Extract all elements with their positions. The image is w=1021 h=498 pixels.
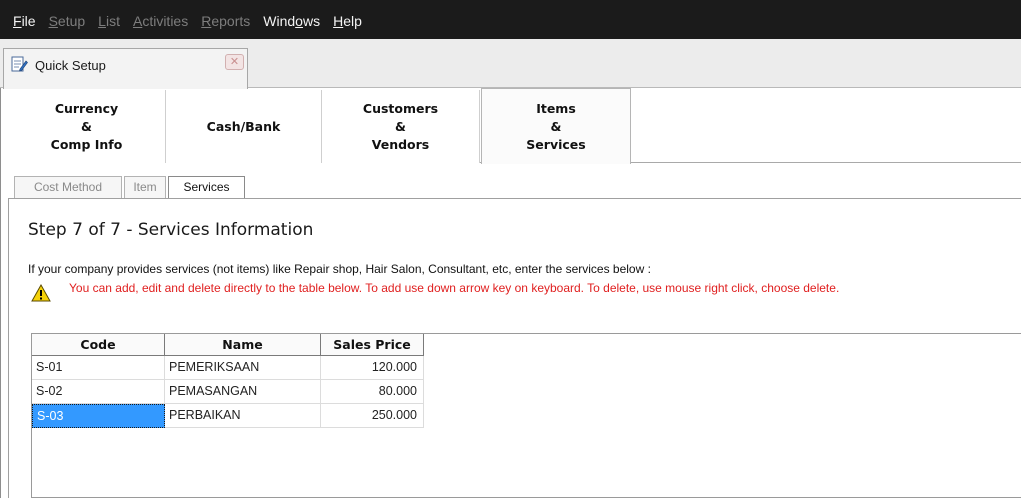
cell-sales-price[interactable]: 250.000 [321,404,424,428]
table-row[interactable]: S-03 PERBAIKAN 250.000 [32,404,424,428]
document-pencil-icon [11,56,28,72]
column-header-name[interactable]: Name [165,334,321,356]
warning-text: You can add, edit and delete directly to… [69,281,840,295]
tab-items-services[interactable]: Items & Services [481,88,631,164]
cell-code[interactable]: S-02 [32,380,165,404]
menu-bar: File Setup List Activities Reports Windo… [0,0,1021,39]
document-tab-title: Quick Setup [35,58,106,73]
column-header-code[interactable]: Code [32,334,165,356]
menu-reports: Reports [201,12,251,29]
cell-code-selected[interactable]: S-03 [32,404,165,428]
cell-name[interactable]: PEMASANGAN [165,380,321,404]
cell-sales-price[interactable]: 80.000 [321,380,424,404]
menu-file[interactable]: File [13,11,36,29]
menu-setup: Setup [48,12,86,29]
subtab-item[interactable]: Item [124,176,166,198]
tab-currency-comp-info[interactable]: Currency & Comp Info [8,90,166,163]
document-tab-quick-setup[interactable]: Quick Setup ✕ [3,48,248,89]
tab-cash-bank[interactable]: Cash/Bank [166,90,322,163]
step-title: Step 7 of 7 - Services Information [28,220,314,240]
cell-name[interactable]: PEMERIKSAAN [165,356,321,380]
table-row[interactable]: S-01 PEMERIKSAAN 120.000 [32,356,424,380]
menu-help[interactable]: Help [333,11,362,29]
menu-windows[interactable]: Windows [263,11,320,29]
section-tabs: Currency & Comp Info Cash/Bank Customers… [8,88,1021,164]
document-tab-strip: Quick Setup ✕ [0,39,1021,89]
cell-name[interactable]: PERBAIKAN [165,404,321,428]
cell-code[interactable]: S-01 [32,356,165,380]
table-row[interactable]: S-02 PEMASANGAN 80.000 [32,380,424,404]
services-grid[interactable]: Code Name Sales Price S-01 PEMERIKSAAN 1… [31,333,1021,498]
warning-icon [31,284,51,302]
close-icon[interactable]: ✕ [225,54,244,70]
cell-sales-price[interactable]: 120.000 [321,356,424,380]
menu-activities: Activities [132,12,189,29]
subtab-services[interactable]: Services [168,176,245,199]
grid-header: Code Name Sales Price [32,334,424,356]
services-description: If your company provides services (not i… [28,262,651,276]
tab-customers-vendors[interactable]: Customers & Vendors [322,90,480,163]
menu-list: List [98,12,120,29]
subtab-cost-method[interactable]: Cost Method [14,176,122,198]
column-header-sales-price[interactable]: Sales Price [321,334,424,356]
quick-setup-content: Currency & Comp Info Cash/Bank Customers… [0,88,1021,498]
